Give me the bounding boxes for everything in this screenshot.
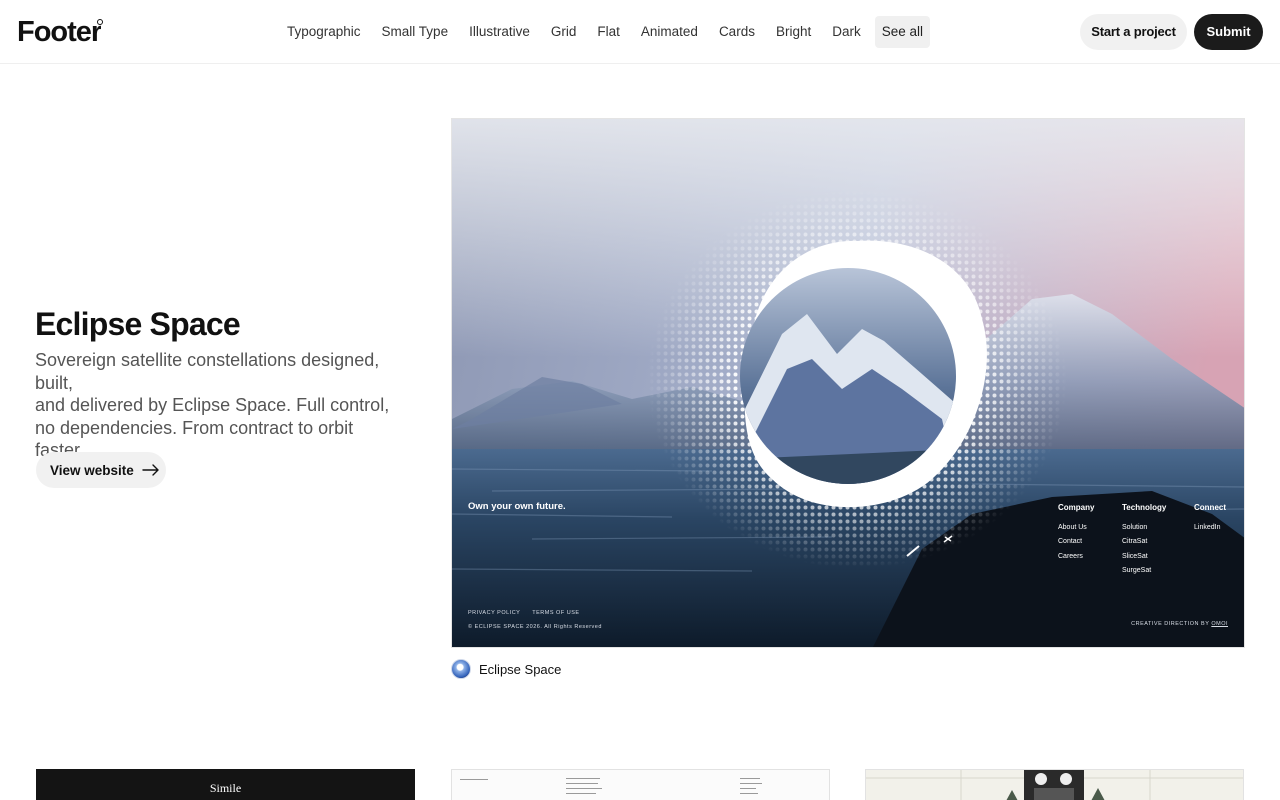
category-nav: Typographic Small Type Illustrative Grid… (280, 16, 937, 48)
credit-name: OMOI (1211, 621, 1228, 627)
nav-bright[interactable]: Bright (769, 16, 818, 48)
credit-prefix: CREATIVE DIRECTION BY (1131, 621, 1210, 627)
nav-grid[interactable]: Grid (544, 16, 584, 48)
column-heading: Connect (1194, 503, 1226, 512)
submit-button[interactable]: Submit (1194, 14, 1263, 50)
logo[interactable]: Footer (17, 17, 101, 45)
start-project-button[interactable]: Start a project (1080, 14, 1187, 50)
view-website-label: View website (50, 462, 134, 478)
preview-footer-column-connect: Connect LinkedIn (1194, 501, 1226, 535)
nav-flat[interactable]: Flat (590, 16, 627, 48)
site-header: Footer Typographic Small Type Illustrati… (0, 0, 1280, 64)
thumbnail-text-line (740, 793, 758, 794)
thumbnail-card[interactable]: Simile (36, 769, 415, 800)
website-preview-image[interactable]: Own your own future. Company About Us Co… (451, 118, 1245, 648)
logo-dot-icon (97, 19, 103, 25)
feature-description: Sovereign satellite constellations desig… (35, 349, 405, 462)
thumbnail-text-line (566, 778, 600, 779)
thumbnail-text-line (566, 783, 598, 784)
terms-link: TERMS OF USE (532, 610, 580, 616)
preview-tagline: Own your own future. (468, 501, 566, 512)
feature-title: Eclipse Space (35, 306, 241, 342)
footer-link: About Us (1058, 523, 1087, 531)
preview-footer-column-company: Company About Us Contact Careers (1058, 501, 1094, 564)
caption-site-name: Eclipse Space (479, 661, 562, 677)
thumbnail-text-line (460, 779, 488, 780)
preview-legal: PRIVACY POLICY TERMS OF USE © ECLIPSE SP… (468, 606, 602, 634)
column-heading: Technology (1122, 503, 1167, 512)
preview-caption[interactable]: Eclipse Space (451, 658, 561, 680)
nav-see-all[interactable]: See all (874, 16, 931, 48)
thumbnail-label: Simile (209, 781, 242, 795)
description-line: Sovereign satellite constellations desig… (35, 350, 380, 393)
thumbnail-illustration (866, 770, 1243, 800)
thumbnail-text-line (740, 778, 760, 779)
thumbnail-card[interactable] (451, 769, 830, 800)
footer-link: CitraSat (1122, 538, 1148, 545)
nav-cards[interactable]: Cards (712, 16, 762, 48)
privacy-policy-link: PRIVACY POLICY (468, 610, 521, 616)
footer-link: SurgeSat (1122, 567, 1152, 574)
preview-footer-column-technology: Technology Solution CitraSat SliceSat Su… (1122, 501, 1166, 579)
copyright-text: © ECLIPSE SPACE 2026. All Rights Reserve… (468, 624, 602, 630)
arrow-right-icon (142, 464, 160, 476)
footer-link: Careers (1058, 552, 1083, 560)
preview-credit: CREATIVE DIRECTION BY OMOI (1131, 621, 1228, 627)
thumbnail-text-line (740, 783, 762, 784)
nav-illustrative[interactable]: Illustrative (462, 16, 537, 48)
footer-link: LinkedIn (1194, 523, 1221, 531)
footer-link: Contact (1058, 538, 1083, 545)
footer-link: SliceSat (1122, 552, 1148, 560)
footer-link: Solution (1122, 523, 1148, 531)
thumbnail-text-line (566, 788, 602, 789)
thumbnail-text-line (740, 788, 756, 789)
column-heading: Company (1058, 503, 1095, 512)
thumbnail-card[interactable] (865, 769, 1244, 800)
nav-dark[interactable]: Dark (825, 16, 868, 48)
view-website-button[interactable]: View website (36, 452, 166, 488)
nav-typographic[interactable]: Typographic (280, 16, 368, 48)
eclipse-logo-icon (451, 659, 471, 679)
description-line: and delivered by Eclipse Space. Full con… (35, 395, 390, 415)
nav-animated[interactable]: Animated (634, 16, 705, 48)
thumbnail-text-line (566, 793, 596, 794)
nav-small-type[interactable]: Small Type (375, 16, 456, 48)
